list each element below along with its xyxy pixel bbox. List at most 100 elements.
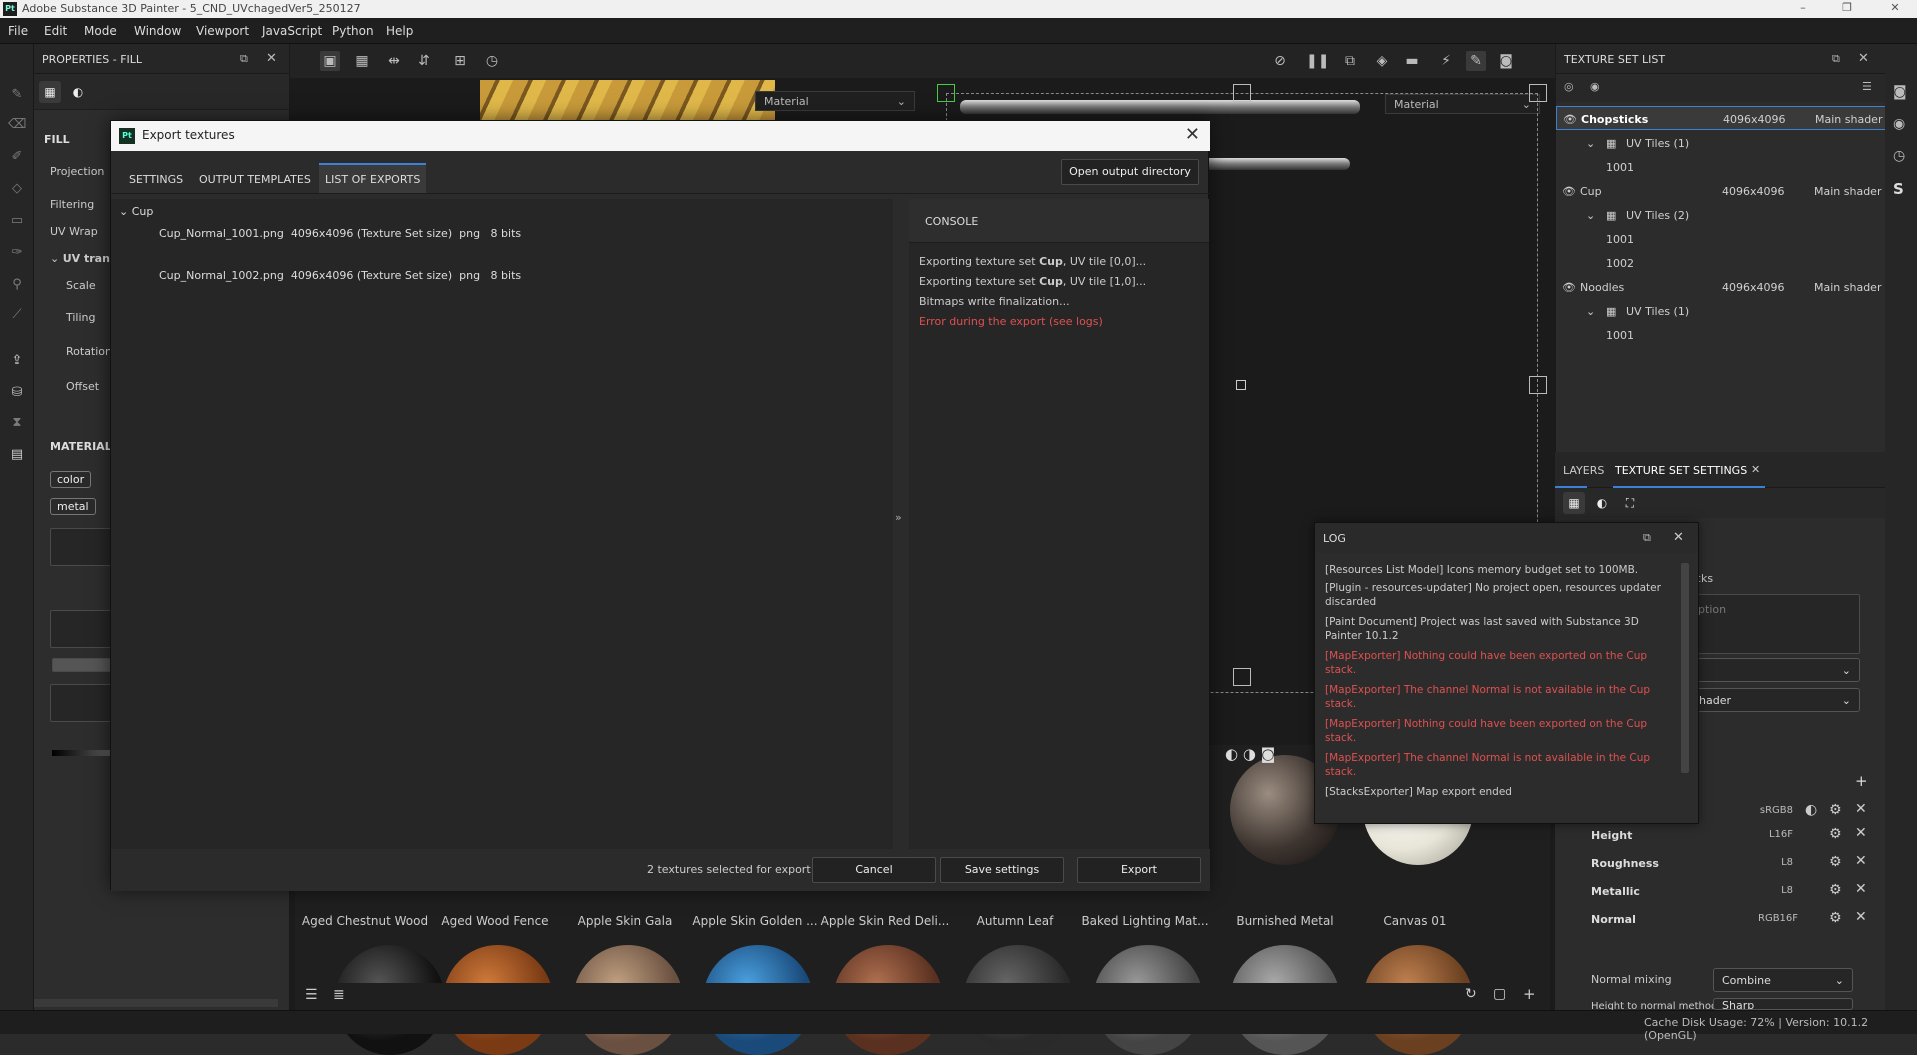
camera-icon[interactable]: ◙ [1893,84,1907,100]
color-picker-icon[interactable]: ◐ [1805,802,1817,818]
cube-view-icon[interactable]: ◈ [1372,51,1392,71]
material-label[interactable]: Burnished Metal [1215,914,1355,928]
uv-tiles-group[interactable]: ⌄ ▦ UV Tiles (2) [1556,203,1886,227]
menu-icon[interactable]: ☰ [1862,80,1872,93]
visibility-icon[interactable]: ◉ [1590,80,1600,93]
channel-row[interactable]: Roughness L8 ⚙ ✕ [1583,850,1883,876]
eraser-icon[interactable]: ⌫ [8,116,26,134]
lighting-icon[interactable]: ⚡ [1436,51,1456,71]
paint-brush-icon[interactable]: ✎ [8,86,26,104]
uv-transform-toggle[interactable]: ⌄ UV trans [50,252,116,265]
uv-tile-row[interactable]: 1002 [1556,251,1886,275]
metal-channel-chip[interactable]: metal [50,498,96,515]
screenshot-icon[interactable]: ◙ [1496,51,1516,71]
float-panel-icon[interactable]: ⧉ [240,52,248,66]
texture-set-noodles[interactable]: 👁 Noodles 4096x4096 Main shader [1556,275,1886,299]
remove-channel-icon[interactable]: ✕ [1855,881,1867,897]
layer-fill-icon[interactable]: ▦ [39,81,61,103]
gradient-slider[interactable] [52,750,118,756]
remove-channel-icon[interactable]: ✕ [1855,825,1867,841]
folder-icon[interactable]: ▢ [1493,986,1506,1002]
symmetry-icon[interactable]: ⇹ [384,51,404,71]
export-icon[interactable]: ⇪ [8,352,26,370]
material-label[interactable]: Autumn Leaf [945,914,1085,928]
substance-icon[interactable]: S [1893,180,1904,198]
gear-icon[interactable]: ⚙ [1829,854,1842,870]
smudge-icon[interactable]: ▭ [8,212,26,230]
projection-icon[interactable]: ✐ [8,148,26,166]
tab-layers[interactable]: LAYERS [1563,464,1604,477]
camera-video-icon[interactable]: ▬ [1402,51,1422,71]
measure-icon[interactable]: ⟋ [8,306,26,324]
uv-tile-row[interactable]: 1001 [1556,227,1886,251]
open-output-directory-button[interactable]: Open output directory [1061,159,1199,185]
polygon-fill-icon[interactable]: ◇ [8,180,26,198]
add-channel-icon[interactable]: + [1855,772,1868,790]
material-label[interactable]: Apple Skin Red Deli... [815,914,955,928]
color-channel-chip[interactable]: color [50,471,92,488]
export-button[interactable]: Export [1077,857,1201,883]
export-group-toggle[interactable]: ⌄ Cup [119,205,153,218]
menu-javascript[interactable]: JavaScript [262,24,322,38]
gizmo-handle-mr[interactable] [1529,376,1547,394]
brush-mode-icon[interactable]: ✎ [1466,51,1486,71]
cancel-button[interactable]: Cancel [812,857,936,883]
maximize-button[interactable]: ❐ [1832,0,1862,18]
tab-output-templates[interactable]: OUTPUT TEMPLATES [193,163,317,193]
pause-icon[interactable]: ❚❚ [1306,51,1329,71]
grid-tiles-icon[interactable]: ▦ [352,51,372,71]
add-frame-icon[interactable]: ⊞ [450,51,470,71]
expand-arrow-icon[interactable]: » [895,511,902,524]
remove-channel-icon[interactable]: ✕ [1855,853,1867,869]
gizmo-handle-tl[interactable] [937,84,955,102]
history-icon[interactable]: ◷ [1893,148,1905,164]
log-scrollbar[interactable] [1681,563,1689,773]
eye-icon[interactable]: 👁 [1562,185,1576,198]
menu-window[interactable]: Window [134,24,181,38]
material-label[interactable]: Apple Skin Gala [555,914,695,928]
close-window-button[interactable]: ✕ [1880,0,1910,18]
height-to-normal-dropdown[interactable]: Sharp [1713,998,1853,1010]
material-sphere-icon[interactable]: ◐ [1591,492,1613,514]
menu-help[interactable]: Help [386,24,413,38]
export-file-row[interactable]: Cup_Normal_1002.png 4096x4096 (Texture S… [159,269,521,282]
split-view-icon[interactable]: ⧉ [1340,51,1360,71]
channel-row[interactable]: Normal RGB16F ⚙ ✕ [1583,906,1883,932]
normal-mixing-dropdown[interactable]: Combine ⌄ [1713,968,1853,992]
material-label[interactable]: Aged Chestnut Wood [295,914,435,928]
material-label[interactable]: Canvas 01 [1345,914,1485,928]
close-log-icon[interactable]: ✕ [1673,530,1684,545]
gear-icon[interactable]: ⚙ [1829,826,1842,842]
material-label[interactable]: Apple Skin Golden ... [685,914,825,928]
color-picker-icon[interactable]: ⚲ [8,276,26,294]
tab-list-of-exports[interactable]: LIST OF EXPORTS [319,163,427,193]
channel-row[interactable]: Height L16F ⚙ ✕ [1583,822,1883,848]
add-icon[interactable]: + [1523,985,1536,1003]
hide-icon[interactable]: ⊘ [1270,51,1290,71]
uv-tiles-group[interactable]: ⌄ ▦ UV Tiles (1) [1556,131,1886,155]
menu-edit[interactable]: Edit [44,24,67,38]
shader-dropdown[interactable]: hader ⌄ [1690,688,1860,712]
menu-mode[interactable]: Mode [84,24,117,38]
visibility-off-icon[interactable]: ◎ [1564,80,1574,93]
eye-icon[interactable]: 👁 [1563,113,1577,126]
shader-settings-icon[interactable]: ▤ [8,446,26,464]
uv-tile-row[interactable]: 1001 [1556,323,1886,347]
float-panel-icon[interactable]: ⧉ [1643,531,1651,545]
gear-icon[interactable]: ⚙ [1829,910,1842,926]
minimize-button[interactable]: – [1788,0,1818,18]
channel-row[interactable]: Metallic L8 ⚙ ✕ [1583,878,1883,904]
clone-icon[interactable]: ✑ [8,244,26,262]
crop-icon[interactable]: ⛶ [1619,492,1641,514]
splitter[interactable]: » [893,199,909,849]
history-icon[interactable]: ◷ [482,51,502,71]
uv-tile-row[interactable]: 1001 [1556,155,1886,179]
float-panel-icon[interactable]: ⧉ [1832,52,1840,66]
display-settings-icon[interactable]: ⧗ [8,414,26,432]
tab-settings[interactable]: SETTINGS [123,163,189,193]
properties-scrollbar[interactable] [34,999,278,1007]
close-tab-icon[interactable]: ✕ [1751,463,1760,476]
material-label[interactable]: Aged Wood Fence [425,914,565,928]
remove-channel-icon[interactable]: ✕ [1855,909,1867,925]
bake-icon[interactable]: ⛁ [8,384,26,402]
